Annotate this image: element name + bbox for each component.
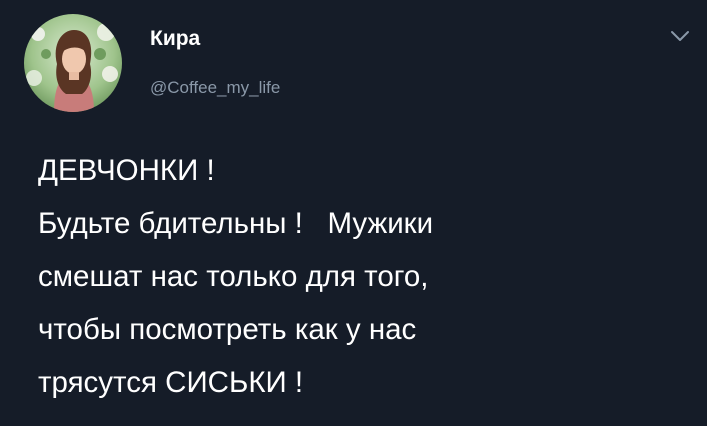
tweet-text-line: трясутся СИСЬКИ ! — [38, 366, 304, 399]
tweet-text-line: ДЕВЧОНКИ ! — [38, 154, 215, 187]
tweet-text-line: смешат нас только для того, — [38, 260, 429, 293]
chevron-down-icon[interactable] — [669, 29, 691, 43]
tweet-card: Кира @Coffee_my_life ДЕВЧОНКИ ! Будьте б… — [0, 0, 707, 426]
avatar-image — [24, 14, 122, 112]
tweet-text-line: Будьте бдительны ! Мужики — [38, 207, 434, 240]
author-display-name[interactable]: Кира — [150, 28, 200, 49]
tweet-text: ДЕВЧОНКИ ! Будьте бдительны ! Мужики сме… — [38, 144, 678, 409]
tweet-text-line: чтобы посмотреть как у нас — [38, 313, 417, 346]
avatar[interactable] — [24, 14, 122, 112]
author-handle[interactable]: @Coffee_my_life — [150, 79, 280, 96]
